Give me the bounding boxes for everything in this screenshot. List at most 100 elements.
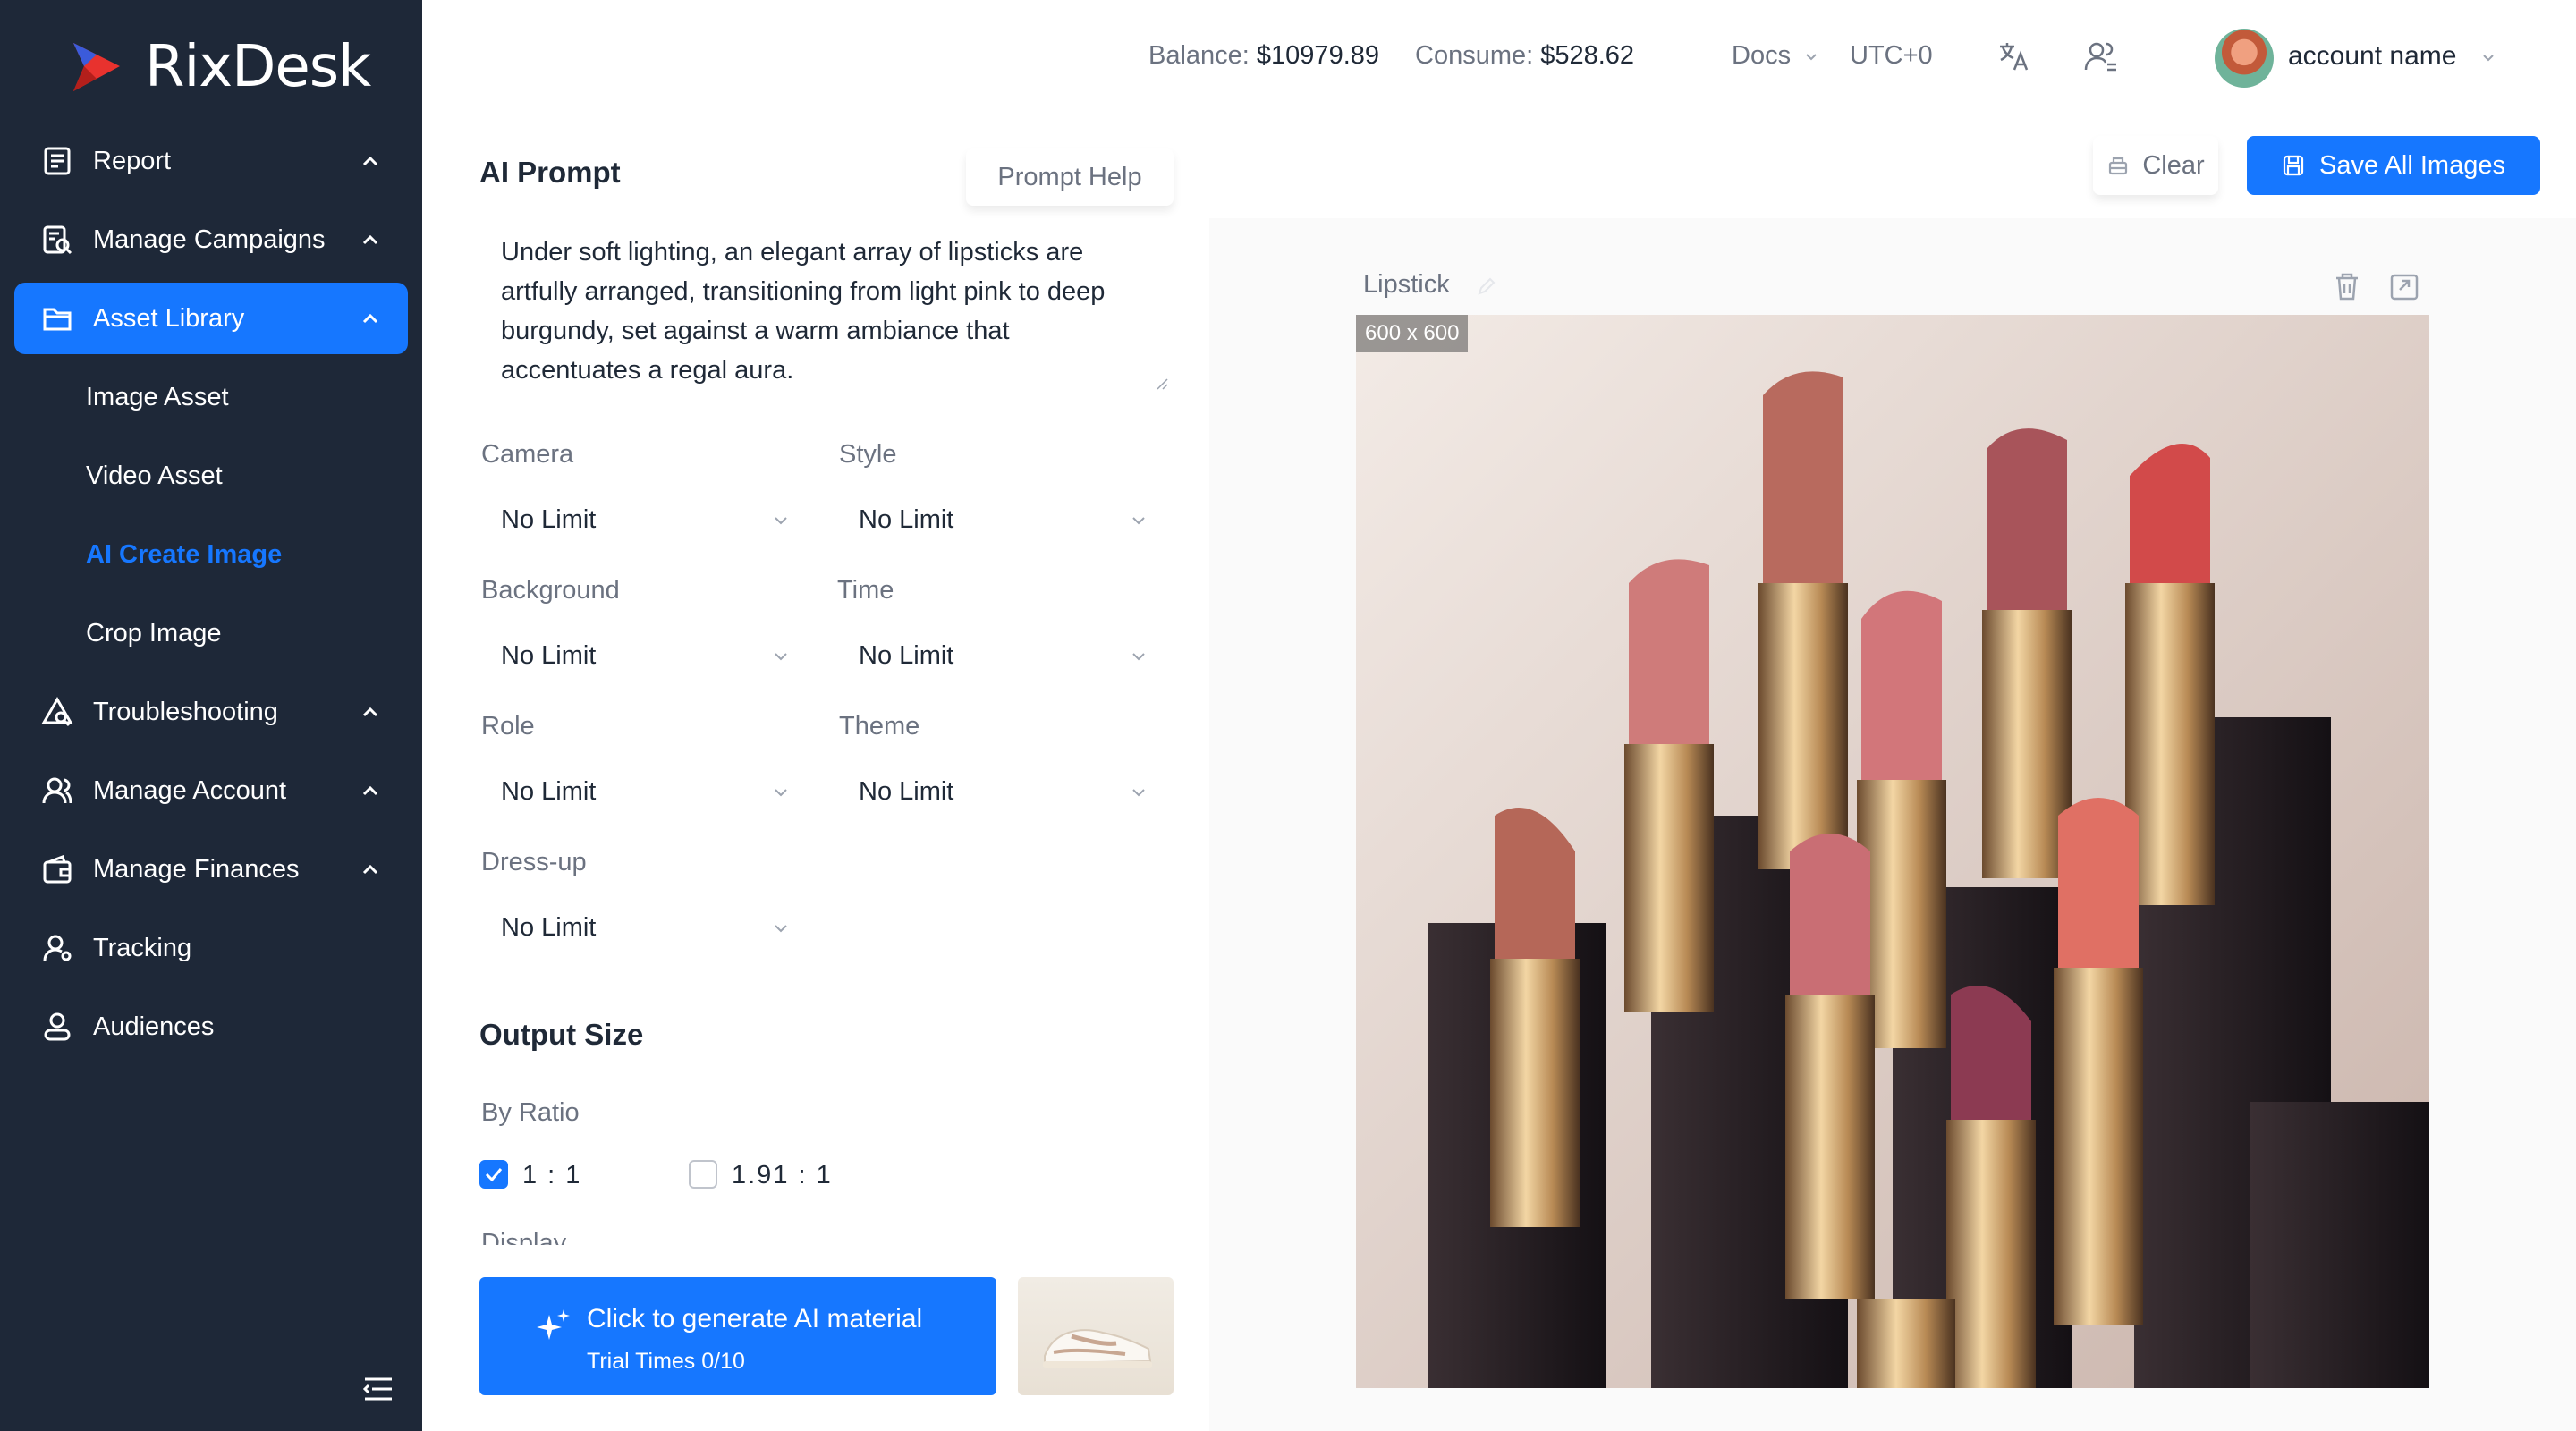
style-label: Style <box>839 440 897 469</box>
sidebar-subitem-video-asset[interactable]: Video Asset <box>86 449 223 503</box>
prompt-textarea[interactable]: Under soft lighting, an elegant array of… <box>479 218 1177 397</box>
resize-grip-icon[interactable] <box>1154 376 1168 390</box>
background-value: No Limit <box>501 640 597 670</box>
camera-value: No Limit <box>501 504 597 534</box>
sidebar-item-label: Asset Library <box>93 303 245 333</box>
consume-display: Consume: $528.62 <box>1415 41 1634 71</box>
delete-icon[interactable] <box>2331 270 2363 302</box>
ratio-1-91-1-checkbox[interactable] <box>689 1160 717 1189</box>
chevron-up-icon <box>362 234 378 245</box>
translate-icon[interactable] <box>1996 39 2032 75</box>
generate-subtitle: Trial Times 0/10 <box>587 1349 745 1374</box>
docs-label: Docs <box>1732 41 1792 70</box>
campaign-icon <box>39 222 75 258</box>
chevron-down-icon <box>2483 55 2494 62</box>
sidebar-item-report[interactable]: Report <box>14 125 408 197</box>
account-menu[interactable]: account name <box>2288 41 2496 72</box>
wallet-icon <box>39 851 75 887</box>
generated-image[interactable] <box>1356 315 2429 1388</box>
chevron-down-icon <box>1132 517 1145 525</box>
sidebar-item-tracking[interactable]: Tracking <box>14 912 408 984</box>
camera-select[interactable]: No Limit <box>479 488 810 551</box>
time-select[interactable]: No Limit <box>837 624 1168 687</box>
sidebar-item-asset-library[interactable]: Asset Library <box>14 283 408 354</box>
style-value: No Limit <box>859 504 954 534</box>
camera-label: Camera <box>481 440 574 469</box>
sidebar-item-label: Manage Account <box>93 775 287 805</box>
chevron-up-icon <box>362 785 378 796</box>
sidebar-item-troubleshooting[interactable]: Troubleshooting <box>14 676 408 748</box>
clear-button[interactable]: Clear <box>2093 136 2218 195</box>
sidebar-item-manage-campaigns[interactable]: Manage Campaigns <box>14 204 408 275</box>
clear-label: Clear <box>2142 150 2205 180</box>
role-select[interactable]: No Limit <box>479 760 810 823</box>
chevron-down-icon <box>1132 653 1145 661</box>
sidebar-item-label: Troubleshooting <box>93 697 278 726</box>
role-label: Role <box>481 712 535 741</box>
sidebar: RixDesk Report Manage Campaigns Asset Li… <box>0 0 422 1431</box>
dressup-select[interactable]: No Limit <box>479 896 810 959</box>
chevron-down-icon <box>775 925 787 933</box>
sparkle-icon <box>537 1309 570 1340</box>
by-ratio-label: By Ratio <box>481 1098 580 1127</box>
prompt-title: AI Prompt <box>479 156 621 189</box>
balance-value: $10979.89 <box>1256 41 1380 70</box>
brand-logo[interactable]: RixDesk <box>64 34 371 100</box>
lipstick-image <box>1356 315 2429 1388</box>
display-label-text: Display <box>481 1229 567 1245</box>
ratio-1-1-label[interactable]: 1 : 1 <box>522 1161 581 1190</box>
time-value: No Limit <box>859 640 954 670</box>
sidebar-item-audiences[interactable]: Audiences <box>14 991 408 1063</box>
ratio-1-1-checkbox[interactable] <box>479 1160 508 1189</box>
export-icon[interactable] <box>2388 270 2420 302</box>
chevron-up-icon <box>362 156 378 166</box>
sidebar-subitem-crop-image[interactable]: Crop Image <box>86 606 222 660</box>
reference-image-thumbnail[interactable] <box>1018 1277 1174 1395</box>
theme-select[interactable]: No Limit <box>837 760 1168 823</box>
chevron-up-icon <box>362 707 378 717</box>
logo-mark-icon <box>73 43 120 91</box>
image-size-tag: 600 x 600 <box>1356 315 1469 352</box>
chevron-down-icon <box>1132 789 1145 797</box>
account-name: account name <box>2288 41 2457 71</box>
output-size-title: Output Size <box>479 1018 644 1051</box>
balance-display: Balance: $10979.89 <box>1148 41 1379 71</box>
sidebar-item-manage-account[interactable]: Manage Account <box>14 755 408 826</box>
dressup-label: Dress-up <box>481 848 587 876</box>
theme-label: Theme <box>839 712 920 741</box>
background-label: Background <box>481 576 620 605</box>
background-select[interactable]: No Limit <box>479 624 810 687</box>
brand-name: RixDesk <box>145 34 371 100</box>
report-icon <box>39 143 75 179</box>
image-card-title: Lipstick <box>1363 270 1450 299</box>
docs-menu[interactable]: Docs <box>1732 41 1819 71</box>
generate-button[interactable]: Click to generate AI material Trial Time… <box>479 1277 996 1395</box>
chevron-up-icon <box>362 864 378 875</box>
sidebar-subitem-image-asset[interactable]: Image Asset <box>86 370 229 424</box>
role-value: No Limit <box>501 776 597 806</box>
save-all-images-button[interactable]: Save All Images <box>2247 136 2540 195</box>
sidebar-item-label: Report <box>93 146 172 175</box>
sidebar-item-label: Tracking <box>93 933 192 962</box>
chevron-down-icon <box>775 653 787 661</box>
edit-icon[interactable] <box>1476 275 1497 297</box>
display-label: Display <box>481 1229 660 1245</box>
avatar[interactable] <box>2215 29 2274 88</box>
consume-label: Consume: <box>1415 41 1534 70</box>
check-icon <box>485 1168 503 1182</box>
consume-value: $528.62 <box>1540 41 1635 70</box>
style-select[interactable]: No Limit <box>837 488 1168 551</box>
save-label: Save All Images <box>2319 150 2505 180</box>
ratio-1-91-1-label[interactable]: 1.91 : 1 <box>732 1161 833 1190</box>
timezone-selector[interactable]: UTC+0 <box>1850 41 1933 71</box>
user-switch-icon[interactable] <box>2082 39 2118 75</box>
menu-collapse-icon[interactable] <box>361 1376 395 1402</box>
sidebar-item-manage-finances[interactable]: Manage Finances <box>14 834 408 905</box>
troubleshoot-icon <box>39 694 75 730</box>
chevron-down-icon <box>1806 54 1817 61</box>
sidebar-subitem-ai-create-image[interactable]: AI Create Image <box>86 528 282 581</box>
chevron-up-icon <box>362 313 378 324</box>
prompt-help-button[interactable]: Prompt Help <box>966 148 1174 206</box>
sidebar-item-label: Manage Campaigns <box>93 224 326 254</box>
sneaker-image <box>1043 1329 1152 1368</box>
